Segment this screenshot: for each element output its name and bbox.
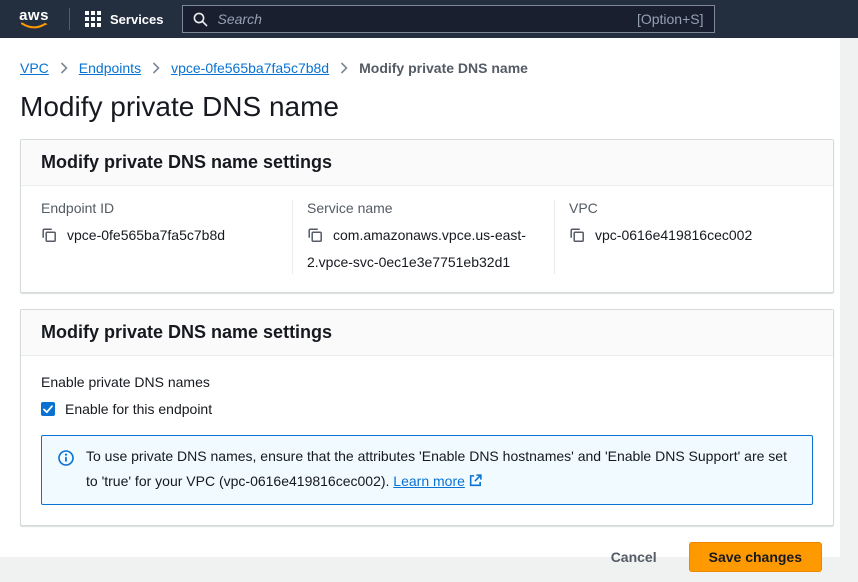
vpc-value: vpc-0616e419816cec002 — [569, 223, 817, 250]
breadcrumb-link-endpoints[interactable]: Endpoints — [79, 60, 141, 76]
summary-card: Modify private DNS name settings Endpoin… — [20, 139, 834, 293]
copy-icon[interactable] — [307, 226, 323, 250]
save-changes-button[interactable]: Save changes — [689, 542, 822, 572]
enable-endpoint-checkbox-row[interactable]: Enable for this endpoint — [41, 401, 813, 417]
breadcrumb-chevron-icon — [60, 62, 68, 74]
vpc-field: VPC vpc-0616e419816cec002 — [554, 200, 833, 274]
breadcrumb-chevron-icon — [152, 62, 160, 74]
summary-card-body: Endpoint ID vpce-0fe565ba7fa5c7b8d Servi… — [21, 186, 833, 292]
enable-endpoint-checkbox[interactable] — [41, 402, 55, 416]
services-label: Services — [110, 12, 164, 27]
breadcrumb-current-page: Modify private DNS name — [359, 60, 528, 76]
info-icon — [58, 449, 74, 495]
learn-more-link[interactable]: Learn more — [393, 473, 482, 489]
form-actions: Cancel Save changes — [20, 542, 836, 572]
services-menu-button[interactable]: Services — [85, 11, 164, 27]
search-icon — [193, 12, 208, 27]
info-alert: To use private DNS names, ensure that th… — [41, 435, 813, 505]
summary-card-header: Modify private DNS name settings — [21, 140, 833, 186]
aws-smile-icon — [20, 22, 48, 30]
breadcrumb-chevron-icon — [340, 62, 348, 74]
summary-card-title: Modify private DNS name settings — [41, 152, 332, 172]
alert-message: To use private DNS names, ensure that th… — [86, 444, 796, 495]
external-link-icon — [469, 470, 482, 495]
nav-divider — [69, 8, 70, 30]
search-input[interactable] — [216, 10, 629, 28]
service-name-value: com.amazonaws.vpce.us-east-2.vpce-svc-0e… — [307, 223, 538, 274]
checkmark-icon — [43, 405, 53, 414]
copy-icon[interactable] — [569, 226, 585, 250]
search-shortcut-hint: [Option+S] — [637, 11, 704, 27]
endpoint-id-value: vpce-0fe565ba7fa5c7b8d — [41, 223, 276, 250]
aws-logo[interactable]: aws — [14, 9, 54, 30]
vpc-id-text: vpc-0616e419816cec002 — [595, 227, 752, 243]
settings-card: Modify private DNS name settings Enable … — [20, 309, 834, 526]
service-name-text: com.amazonaws.vpce.us-east-2.vpce-svc-0e… — [307, 227, 526, 270]
breadcrumb-link-vpc[interactable]: VPC — [20, 60, 49, 76]
copy-icon[interactable] — [41, 226, 57, 250]
settings-card-title: Modify private DNS name settings — [41, 322, 332, 342]
breadcrumb-link-endpoint-id[interactable]: vpce-0fe565ba7fa5c7b8d — [171, 60, 329, 76]
cancel-button[interactable]: Cancel — [609, 545, 659, 569]
enable-endpoint-checkbox-label: Enable for this endpoint — [65, 401, 212, 417]
page-title: Modify private DNS name — [20, 91, 836, 123]
service-name-label: Service name — [307, 200, 538, 216]
enable-private-dns-label: Enable private DNS names — [41, 374, 813, 390]
services-grid-icon — [85, 11, 101, 27]
endpoint-id-label: Endpoint ID — [41, 200, 276, 216]
learn-more-label: Learn more — [393, 473, 465, 489]
content-panel: VPC Endpoints vpce-0fe565ba7fa5c7b8d Mod… — [0, 38, 840, 557]
top-navigation: aws Services [Option+S] — [0, 0, 858, 38]
breadcrumb: VPC Endpoints vpce-0fe565ba7fa5c7b8d Mod… — [20, 60, 836, 76]
endpoint-id-field: Endpoint ID vpce-0fe565ba7fa5c7b8d — [21, 200, 292, 274]
search-box[interactable]: [Option+S] — [182, 5, 715, 33]
aws-logo-text: aws — [19, 9, 49, 22]
vpc-label: VPC — [569, 200, 817, 216]
endpoint-id-text: vpce-0fe565ba7fa5c7b8d — [67, 227, 225, 243]
settings-card-header: Modify private DNS name settings — [21, 310, 833, 356]
settings-card-body: Enable private DNS names Enable for this… — [21, 356, 833, 525]
service-name-field: Service name com.amazonaws.vpce.us-east-… — [292, 200, 554, 274]
